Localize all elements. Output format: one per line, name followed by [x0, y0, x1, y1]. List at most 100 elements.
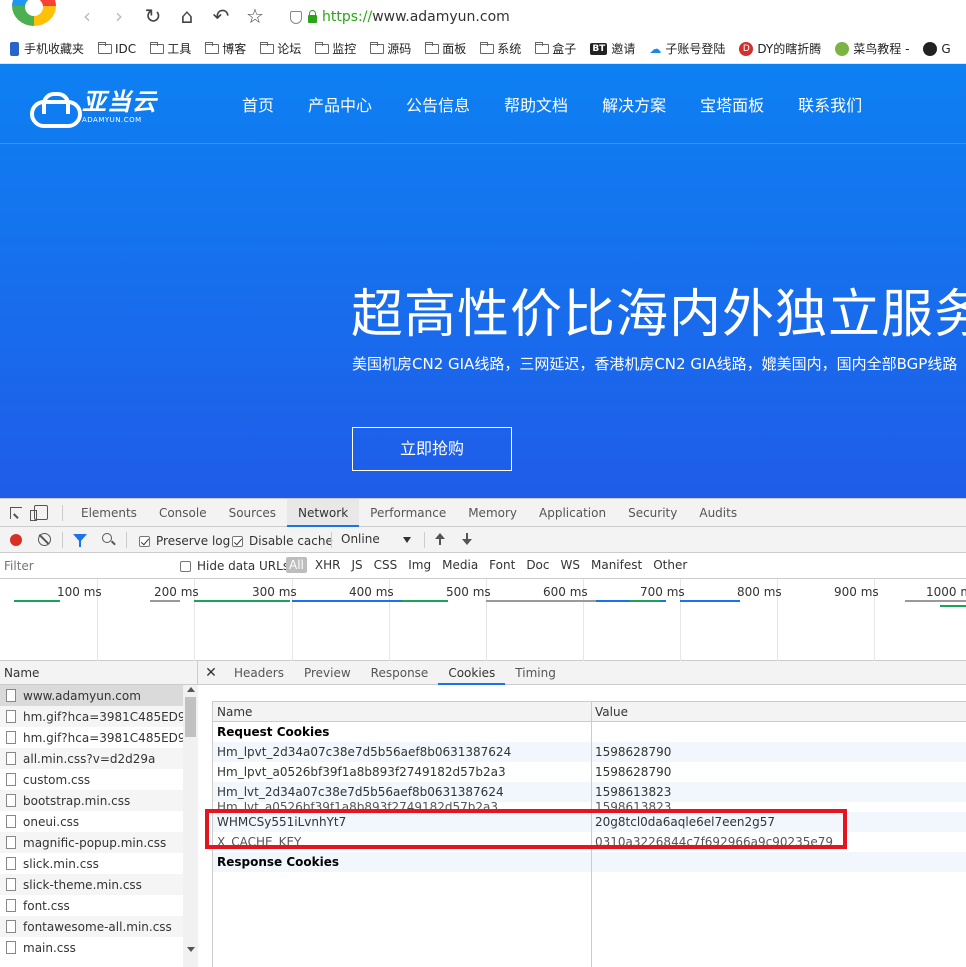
tab-audits[interactable]: Audits — [688, 499, 748, 527]
tab-response[interactable]: Response — [361, 661, 439, 685]
nav-home[interactable]: 首页 — [242, 92, 274, 116]
timing-bar — [940, 605, 966, 607]
tab-console[interactable]: Console — [148, 499, 218, 527]
bookmark-folder[interactable]: 论坛 — [260, 40, 301, 57]
scroll-down-icon[interactable] — [187, 947, 195, 952]
clear-icon[interactable] — [38, 533, 51, 546]
type-all[interactable]: All — [286, 557, 307, 573]
column-name[interactable]: Name — [213, 702, 591, 721]
request-row[interactable]: slick.min.css — [0, 853, 197, 874]
type-other[interactable]: Other — [653, 558, 687, 572]
bookmark-folder[interactable]: 面板 — [425, 40, 466, 57]
tab-headers[interactable]: Headers — [224, 661, 294, 685]
cookie-row[interactable]: Hm_lpvt_a0526bf39f1a8b893f2749182d57b2a3… — [213, 762, 966, 782]
tab-security[interactable]: Security — [617, 499, 688, 527]
request-row[interactable]: font.css — [0, 895, 197, 916]
home-icon[interactable]: ⌂ — [176, 5, 198, 27]
bookmark-runoob[interactable]: 菜鸟教程 - — [835, 40, 909, 57]
device-toolbar-icon[interactable] — [30, 505, 48, 521]
request-row[interactable]: oneui.css — [0, 811, 197, 832]
request-row[interactable]: main.css — [0, 937, 197, 958]
type-media[interactable]: Media — [442, 558, 478, 572]
disable-cache-checkbox[interactable]: Disable cache — [232, 534, 333, 548]
request-name: magnific-popup.min.css — [23, 835, 167, 850]
cookie-row[interactable]: Hm_lpvt_2d34a07c38e7d5b56aef8b0631387624… — [213, 742, 966, 762]
request-row[interactable]: fontawesome-all.min.css — [0, 916, 197, 937]
tab-sources[interactable]: Sources — [218, 499, 287, 527]
request-row[interactable]: hm.gif?hca=3981C485ED92B7 — [0, 706, 197, 727]
bookmark-folder[interactable]: 盒子 — [535, 40, 576, 57]
bookmark-cloud[interactable]: ☁ 子账号登陆 — [649, 40, 725, 57]
nav-solutions[interactable]: 解决方案 — [602, 92, 666, 116]
cookie-row[interactable]: Hm_lvt_2d34a07c38e7d5b56aef8b0631387624 1… — [213, 782, 966, 802]
inspect-element-icon[interactable] — [10, 507, 22, 519]
type-font[interactable]: Font — [489, 558, 515, 572]
throttle-select[interactable]: Online — [341, 532, 413, 546]
undo-icon[interactable]: ↶ — [210, 5, 232, 27]
reload-icon[interactable]: ↻ — [142, 5, 164, 27]
type-ws[interactable]: WS — [561, 558, 580, 572]
type-manifest[interactable]: Manifest — [591, 558, 642, 572]
bookmark-folder[interactable]: 工具 — [150, 40, 191, 57]
network-overview[interactable]: 100 ms 200 ms 300 ms 400 ms 500 ms 600 m… — [0, 579, 966, 661]
tab-network[interactable]: Network — [287, 499, 360, 527]
tab-timing[interactable]: Timing — [505, 661, 566, 685]
request-row[interactable]: magnific-popup.min.css — [0, 832, 197, 853]
bookmark-bt[interactable]: BT 邀请 — [590, 40, 635, 57]
tab-elements[interactable]: Elements — [70, 499, 148, 527]
divider — [331, 532, 332, 548]
scrollbar-thumb[interactable] — [185, 697, 196, 737]
search-icon[interactable] — [102, 533, 112, 543]
address-bar[interactable]: https:// www.adamyun.com — [290, 6, 510, 28]
bookmark-dy[interactable]: D DY的瞎折腾 — [739, 40, 821, 57]
type-img[interactable]: Img — [408, 558, 431, 572]
tab-application[interactable]: Application — [528, 499, 617, 527]
bookmark-mobile[interactable]: 手机收藏夹 — [10, 40, 84, 57]
bookmark-github[interactable]: G — [923, 41, 951, 56]
record-icon[interactable] — [10, 534, 22, 546]
type-xhr[interactable]: XHR — [315, 558, 341, 572]
type-js[interactable]: JS — [351, 558, 362, 572]
forward-icon[interactable]: › — [108, 5, 130, 27]
tab-cookies[interactable]: Cookies — [438, 661, 506, 685]
nav-bt-panel[interactable]: 宝塔面板 — [700, 92, 764, 116]
type-doc[interactable]: Doc — [526, 558, 549, 572]
column-value[interactable]: Value — [591, 702, 628, 721]
tab-performance[interactable]: Performance — [359, 499, 457, 527]
request-row[interactable]: custom.css — [0, 769, 197, 790]
import-har-icon[interactable] — [435, 533, 445, 545]
scroll-up-icon[interactable] — [187, 687, 195, 692]
nav-contact[interactable]: 联系我们 — [798, 92, 862, 116]
request-row[interactable]: all.min.css?v=d2d29a — [0, 748, 197, 769]
requests-name-header[interactable]: Name — [0, 661, 198, 685]
buy-now-button[interactable]: 立即抢购 — [352, 427, 512, 471]
export-har-icon[interactable] — [462, 533, 472, 545]
tab-memory[interactable]: Memory — [457, 499, 528, 527]
preserve-log-label: Preserve log — [156, 534, 231, 548]
filter-icon[interactable] — [73, 534, 87, 547]
preserve-log-checkbox[interactable]: Preserve log — [139, 534, 230, 548]
bookmark-folder[interactable]: IDC — [98, 41, 136, 56]
back-icon[interactable]: ‹ — [76, 5, 98, 27]
request-row[interactable]: hm.gif?hca=3981C485ED92B7 — [0, 727, 197, 748]
filter-input[interactable] — [4, 557, 164, 575]
bookmark-folder[interactable]: 博客 — [205, 40, 246, 57]
site-logo[interactable]: 亚当云 ADAMYUN.COM — [30, 90, 157, 128]
tab-preview[interactable]: Preview — [294, 661, 361, 685]
nav-products[interactable]: 产品中心 — [308, 92, 372, 116]
nav-help[interactable]: 帮助文档 — [504, 92, 568, 116]
close-icon[interactable]: ✕ — [198, 665, 224, 681]
request-row[interactable]: slick-theme.min.css — [0, 874, 197, 895]
request-row[interactable]: www.adamyun.com — [0, 685, 197, 706]
bookmark-folder[interactable]: 系统 — [480, 40, 521, 57]
bookmark-folder[interactable]: 源码 — [370, 40, 411, 57]
bookmark-folder[interactable]: 监控 — [315, 40, 356, 57]
requests-scrollbar[interactable] — [183, 685, 198, 967]
hide-data-urls-checkbox[interactable]: Hide data URLs — [180, 559, 289, 573]
timing-bar — [680, 600, 740, 602]
star-icon[interactable]: ☆ — [244, 5, 266, 27]
bookmark-label: DY的瞎折腾 — [757, 42, 822, 56]
type-css[interactable]: CSS — [374, 558, 398, 572]
request-row[interactable]: bootstrap.min.css — [0, 790, 197, 811]
nav-announcements[interactable]: 公告信息 — [406, 92, 470, 116]
